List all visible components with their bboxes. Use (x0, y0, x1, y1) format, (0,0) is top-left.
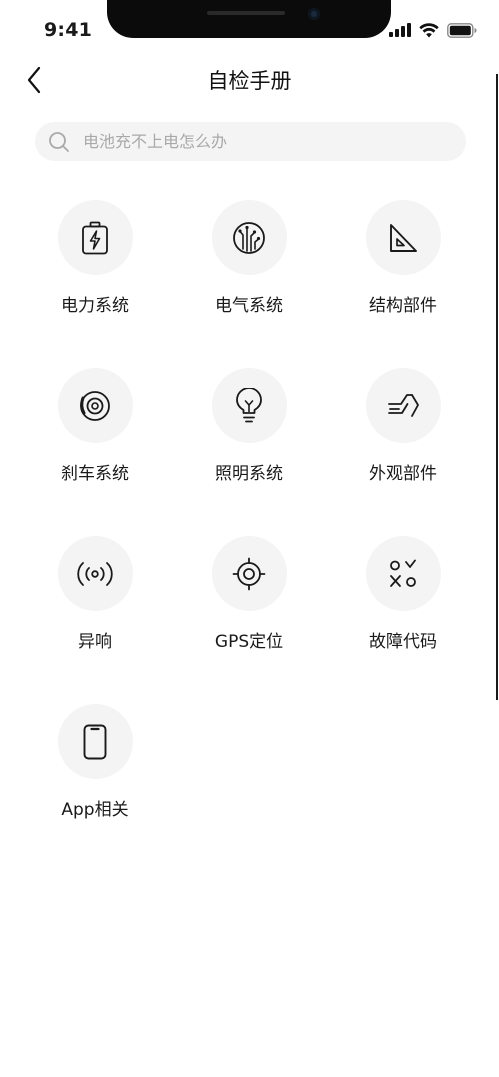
status-icons (389, 20, 477, 40)
gps-target-icon (232, 557, 266, 590)
battery-status-icon (447, 22, 477, 38)
category-label: 故障代码 (369, 632, 437, 652)
category-label: 照明系统 (215, 464, 283, 484)
category-label: 外观部件 (369, 464, 437, 484)
category-abnormal-noise[interactable]: 异响 (18, 536, 172, 704)
category-label: 结构部件 (369, 296, 437, 316)
category-icon-background (365, 536, 441, 611)
search-icon (47, 130, 71, 154)
category-appearance-parts[interactable]: 外观部件 (326, 368, 480, 536)
status-bar: 9:41 (0, 0, 499, 56)
lightbulb-icon (236, 387, 262, 422)
signal-waves-icon (77, 561, 113, 586)
category-icon-background (57, 704, 133, 779)
notch-speaker (207, 11, 285, 15)
category-app-related[interactable]: App相关 (18, 704, 172, 872)
fender-icon (388, 393, 419, 417)
category-label: App相关 (61, 800, 129, 820)
category-icon-background (57, 368, 133, 443)
category-icon-background (365, 200, 441, 275)
category-fault-codes[interactable]: 故障代码 (326, 536, 480, 704)
brake-disc-icon (80, 390, 110, 421)
category-label: 电气系统 (215, 296, 283, 316)
category-electrical-system[interactable]: 电气系统 (172, 200, 326, 368)
circuit-icon (233, 221, 265, 254)
notch-camera (308, 8, 320, 20)
category-label: 异响 (78, 632, 112, 652)
category-icon-background (365, 368, 441, 443)
battery-icon (82, 221, 108, 254)
cellular-signal-icon (389, 23, 411, 37)
status-time: 9:41 (44, 19, 93, 41)
category-power-system[interactable]: 电力系统 (18, 200, 172, 368)
category-brake-system[interactable]: 刹车系统 (18, 368, 172, 536)
category-label: 电力系统 (61, 296, 129, 316)
self-check-manual-screen: 9:41 自检手册 电池充不上电怎么办 电力系统 电气系统 结构部件 刹车系统 … (0, 0, 499, 1077)
search-input[interactable] (81, 131, 445, 152)
category-icon-background (57, 536, 133, 611)
error-code-icon (390, 559, 416, 587)
category-icon-background (211, 200, 287, 275)
wifi-icon (419, 22, 439, 37)
category-lighting-system[interactable]: 照明系统 (172, 368, 326, 536)
phone-icon (83, 724, 107, 759)
category-label: 刹车系统 (61, 464, 129, 484)
device-notch (107, 0, 391, 38)
triangle-ruler-icon (390, 223, 417, 252)
category-icon-background (57, 200, 133, 275)
scroll-indicator[interactable] (496, 74, 498, 700)
category-label: GPS定位 (214, 632, 284, 652)
nav-bar: 自检手册 (0, 56, 499, 102)
category-icon-background (211, 368, 287, 443)
page-title: 自检手册 (207, 69, 292, 93)
category-icon-background (211, 536, 287, 611)
category-grid: 电力系统 电气系统 结构部件 刹车系统 照明系统 外观部件 异响 GPS定位 故… (18, 200, 480, 872)
category-structural-parts[interactable]: 结构部件 (326, 200, 480, 368)
category-gps-location[interactable]: GPS定位 (172, 536, 326, 704)
search-bar[interactable] (35, 122, 466, 161)
